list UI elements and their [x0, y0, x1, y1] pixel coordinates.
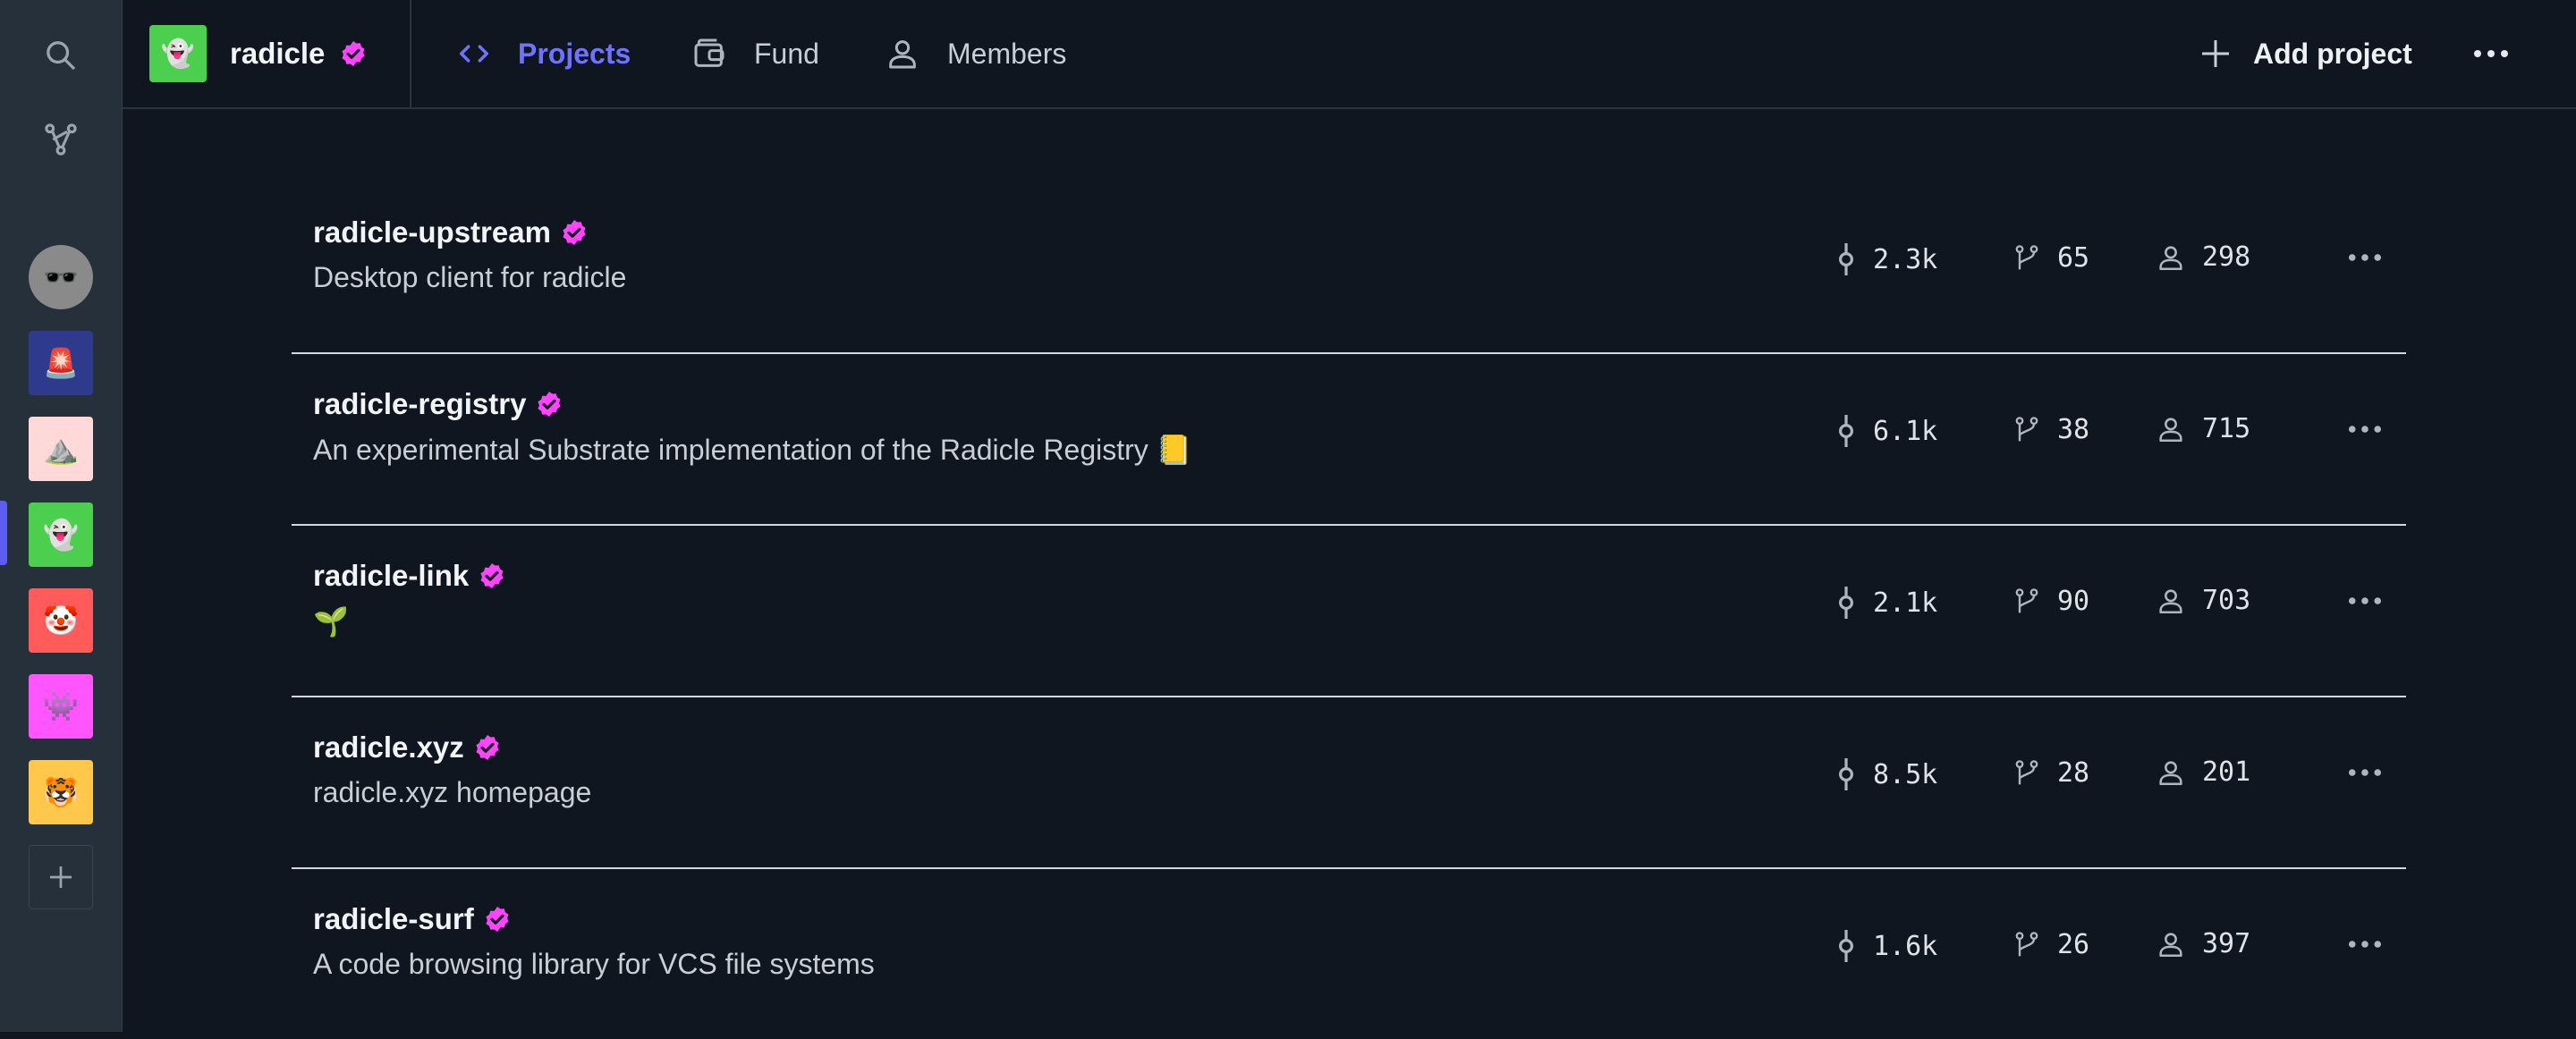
project-menu-button[interactable]	[2340, 753, 2390, 792]
network-icon[interactable]	[30, 109, 91, 170]
org-avatar-6[interactable]: 🐯	[29, 760, 93, 824]
branch-count: 28	[2012, 756, 2089, 789]
more-menu-button[interactable]	[2466, 32, 2516, 75]
commit-count: 8.5k	[1835, 756, 1937, 792]
commit-icon	[1835, 928, 1857, 964]
branch-icon	[2012, 585, 2041, 617]
project-description: Desktop client for radicle	[313, 261, 627, 293]
ellipsis-icon	[2474, 50, 2508, 57]
verified-icon	[560, 218, 589, 247]
project-row[interactable]: radicle-upstream Desktop client for radi…	[292, 182, 2406, 354]
commit-count: 2.1k	[1835, 585, 1937, 621]
contributor-count: 201	[2156, 756, 2250, 788]
user-avatar[interactable]: 🕶️	[29, 245, 93, 309]
header: 👻 radicle Projects Fund Members Add proj…	[123, 0, 2576, 109]
project-list: radicle-upstream Desktop client for radi…	[292, 182, 2406, 1039]
branch-icon	[2012, 413, 2041, 445]
wallet-icon	[691, 36, 727, 72]
project-menu-button[interactable]	[2340, 410, 2390, 449]
org-avatar-1[interactable]: 🚨	[29, 331, 93, 395]
tab-label: Projects	[518, 37, 631, 70]
active-indicator	[0, 501, 7, 565]
ellipsis-icon	[2348, 597, 2382, 604]
project-description: A code browsing library for VCS file sys…	[313, 948, 875, 980]
org-avatar-2[interactable]: ⛰️	[29, 417, 93, 481]
project-description: An experimental Substrate implementation…	[313, 434, 1192, 466]
project-description: radicle.xyz homepage	[313, 776, 592, 808]
project-menu-button[interactable]	[2340, 925, 2390, 964]
project-menu-button[interactable]	[2340, 581, 2390, 621]
add-project-label: Add project	[2253, 37, 2412, 70]
ellipsis-icon	[2348, 426, 2382, 433]
org-avatar-4[interactable]: 🤡	[29, 588, 93, 653]
code-icon	[457, 37, 491, 71]
add-project-button[interactable]: Add project	[2198, 0, 2412, 107]
commit-icon	[1835, 413, 1857, 449]
commit-count: 6.1k	[1835, 413, 1937, 449]
plus-icon	[50, 866, 72, 888]
project-row[interactable]: radicle-surf A code browsing library for…	[292, 869, 2406, 1039]
commit-count: 1.6k	[1835, 928, 1937, 964]
user-icon	[2156, 414, 2186, 444]
org-avatar: 👻	[149, 25, 207, 82]
verified-icon	[339, 39, 368, 68]
project-name[interactable]: radicle-registry	[313, 387, 564, 421]
tab-label: Members	[947, 37, 1067, 70]
search-icon[interactable]	[30, 25, 91, 86]
project-row[interactable]: radicle-link 🌱 2.1k 90 703	[292, 526, 2406, 697]
project-name[interactable]: radicle.xyz	[313, 731, 502, 764]
ellipsis-icon	[2348, 254, 2382, 261]
ellipsis-icon	[2348, 941, 2382, 948]
commit-icon	[1835, 756, 1857, 792]
project-description: 🌱	[313, 605, 349, 638]
commit-icon	[1835, 241, 1857, 277]
branch-icon	[2012, 928, 2041, 960]
project-row[interactable]: radicle-registry An experimental Substra…	[292, 354, 2406, 526]
tab-projects[interactable]: Projects	[457, 0, 631, 107]
branch-icon	[2012, 756, 2041, 789]
project-name[interactable]: radicle-upstream	[313, 215, 589, 249]
org-avatar-5[interactable]: 👾	[29, 674, 93, 739]
org-name: radicle	[230, 37, 326, 70]
project-name[interactable]: radicle-surf	[313, 902, 512, 936]
user-icon	[2156, 586, 2186, 616]
branch-count: 90	[2012, 585, 2089, 617]
project-name[interactable]: radicle-link	[313, 559, 506, 593]
contributor-count: 298	[2156, 241, 2250, 273]
branch-count: 65	[2012, 241, 2089, 274]
commit-count: 2.3k	[1835, 241, 1937, 277]
org-info: 👻 radicle	[149, 0, 409, 107]
project-row[interactable]: radicle.xyz radicle.xyz homepage 8.5k 28…	[292, 697, 2406, 869]
tab-members[interactable]: Members	[885, 0, 1066, 107]
commit-icon	[1835, 585, 1857, 621]
user-icon	[2156, 929, 2186, 959]
project-menu-button[interactable]	[2340, 238, 2390, 277]
ellipsis-icon	[2348, 769, 2382, 776]
branch-count: 38	[2012, 413, 2089, 445]
contributor-count: 397	[2156, 928, 2250, 959]
sidebar: 🕶️ 🚨 ⛰️ 👻 🤡 👾 🐯	[0, 0, 123, 1032]
contributor-count: 703	[2156, 585, 2250, 616]
verified-icon	[473, 733, 502, 762]
plus-icon	[2198, 36, 2233, 72]
tab-label: Fund	[754, 37, 819, 70]
user-icon	[2156, 757, 2186, 788]
header-divider	[410, 0, 411, 107]
verified-icon	[483, 905, 512, 933]
verified-icon	[535, 390, 564, 418]
contributor-count: 715	[2156, 413, 2250, 444]
add-org-button[interactable]	[29, 845, 93, 909]
verified-icon	[478, 562, 506, 590]
user-icon	[2156, 242, 2186, 273]
tab-fund[interactable]: Fund	[691, 0, 819, 107]
branch-count: 26	[2012, 928, 2089, 960]
branch-icon	[2012, 241, 2041, 274]
org-avatar-radicle[interactable]: 👻	[29, 503, 93, 567]
user-icon	[885, 36, 920, 72]
